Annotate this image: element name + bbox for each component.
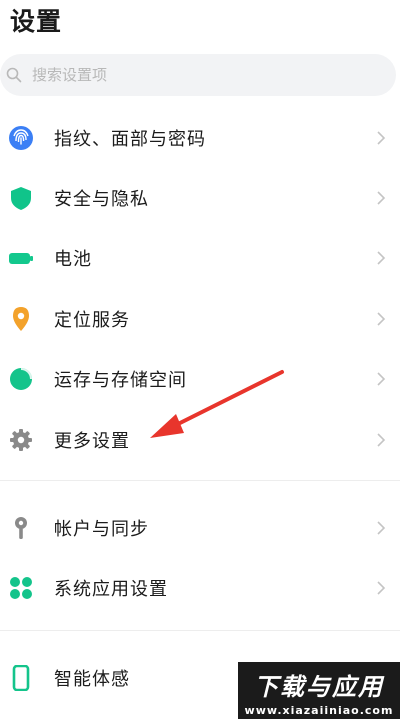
watermark-url: www.xiazaiiniao.com bbox=[244, 704, 394, 717]
annotation-arrow-icon bbox=[150, 370, 284, 438]
watermark-logo: 下载与应用 www.xiazaiiniao.com bbox=[238, 662, 400, 719]
watermark-title: 下载与应用 bbox=[254, 673, 384, 701]
